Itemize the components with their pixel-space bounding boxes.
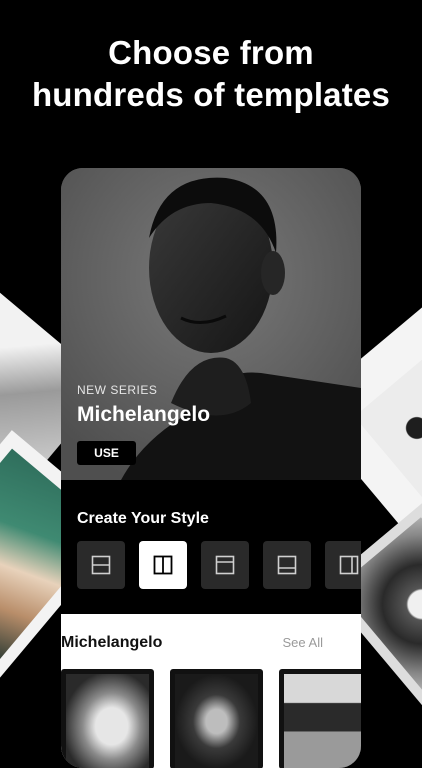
hero-series-tag: NEW SERIES [77,383,158,397]
phone-screen-card: NEW SERIES Michelangelo USE Create Your … [61,168,361,768]
layout-option-split-vertical[interactable] [139,541,187,589]
template-thumbnail[interactable] [170,669,263,768]
hero-title: Michelangelo [77,403,211,426]
layout-option-bottom-band[interactable] [263,541,311,589]
thumbnail-photo [66,674,149,768]
layout-option-top-band[interactable] [201,541,249,589]
create-style-title: Create Your Style [77,510,209,527]
layout-option-split-horizontal[interactable] [77,541,125,589]
layout-split-horizontal-icon [91,555,111,575]
layout-bottom-band-icon [277,555,297,575]
hero-portrait-photo [61,168,361,480]
thumbnail-photo [175,674,258,768]
use-template-button[interactable]: USE [77,441,136,465]
headline-line-2: hundreds of templates [31,76,391,113]
collection-sheet: Michelangelo See All [61,614,361,768]
headline-line-1: Choose from [108,34,314,71]
template-thumbnail[interactable] [61,669,154,768]
see-all-link[interactable]: See All [283,635,323,650]
headline: Choose from hundreds of templates [0,32,422,116]
layout-side-panel-icon [339,555,359,575]
template-photo [354,358,422,524]
layout-top-band-icon [215,555,235,575]
collection-title: Michelangelo [61,634,163,651]
template-thumbnail[interactable] [279,669,361,768]
layout-options-row [77,541,361,589]
layout-split-vertical-icon [153,555,173,575]
layout-option-side-panel[interactable] [325,541,361,589]
create-style-section: Create Your Style [61,480,361,614]
thumbnail-photo [284,674,361,768]
hero-banner[interactable]: NEW SERIES Michelangelo USE [61,168,361,480]
